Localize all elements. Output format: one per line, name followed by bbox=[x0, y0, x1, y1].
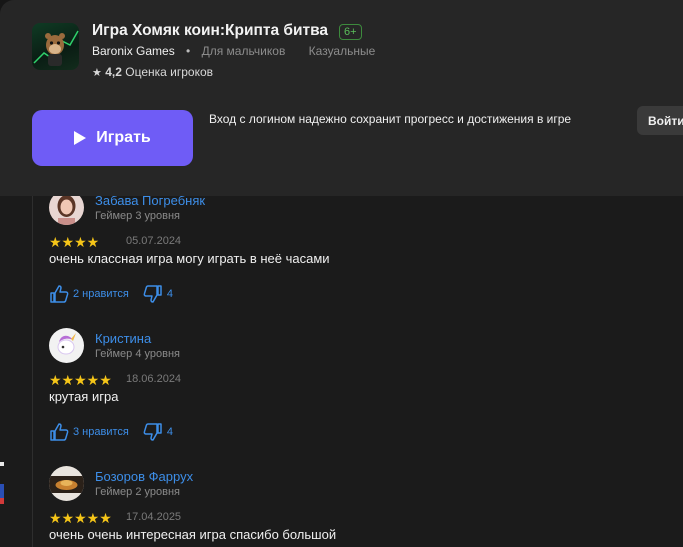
avatar[interactable] bbox=[49, 196, 84, 225]
review-date: 18.06.2024 bbox=[126, 373, 182, 385]
game-rating: ★ 4,2 Оценка игроков bbox=[92, 65, 213, 79]
thumbs-up-icon[interactable] bbox=[49, 285, 69, 303]
reviewer-level: Геймер 2 уровня bbox=[95, 486, 180, 498]
game-meta: Baronix Games • Для мальчиков Казуальные bbox=[92, 44, 395, 58]
login-button[interactable]: Войти bbox=[637, 106, 683, 135]
review-text: очень очень интересная игра спасибо боль… bbox=[49, 527, 337, 542]
review-stars: ★★★★★ bbox=[49, 372, 112, 388]
avatar[interactable] bbox=[49, 466, 84, 501]
play-icon bbox=[74, 131, 87, 145]
tag-casual[interactable]: Казуальные bbox=[309, 44, 376, 58]
game-title: Игра Хомяк коин:Крипта битва bbox=[92, 22, 329, 39]
avatar[interactable] bbox=[49, 328, 84, 363]
review-date: 17.04.2025 bbox=[126, 511, 182, 523]
play-button-label: Играть bbox=[96, 129, 151, 146]
review-text: крутая игра bbox=[49, 389, 119, 404]
reviewer-name[interactable]: Забава Погребняк bbox=[95, 196, 205, 208]
reviewer-name[interactable]: Кристина bbox=[95, 331, 151, 346]
review-reactions: 2 нравится 4 bbox=[49, 285, 187, 303]
dislike-count: 4 bbox=[166, 426, 173, 438]
age-rating-badge: 6+ bbox=[339, 24, 362, 40]
thumbs-down-icon[interactable] bbox=[143, 423, 163, 441]
thumbs-up-icon[interactable] bbox=[49, 423, 69, 441]
review-stars: ★★★★★ bbox=[49, 510, 112, 526]
thumbs-down-icon[interactable] bbox=[143, 285, 163, 303]
game-icon[interactable] bbox=[32, 23, 79, 70]
reviewer-level: Геймер 4 уровня bbox=[95, 348, 180, 360]
review-reactions: 3 нравится 4 bbox=[49, 423, 187, 441]
reviewer-name[interactable]: Бозоров Фаррух bbox=[95, 469, 193, 484]
play-button[interactable]: Играть bbox=[32, 110, 193, 166]
reviewer-level: Геймер 3 уровня bbox=[95, 210, 180, 222]
review-text: очень классная игра могу играть в неё ча… bbox=[49, 251, 330, 266]
reviews-list: Забава Погребняк Геймер 3 уровня ★★★★ 05… bbox=[32, 196, 683, 547]
separator-dot: • bbox=[186, 44, 191, 58]
window-edge-decoration bbox=[0, 462, 4, 514]
developer-link[interactable]: Baronix Games bbox=[92, 44, 175, 58]
rating-label: Оценка игроков bbox=[125, 65, 214, 79]
tag-boys[interactable]: Для мальчиков bbox=[202, 44, 286, 58]
star-icon: ★ bbox=[92, 67, 102, 79]
game-page: Игра Хомяк коин:Крипта битва 6+ Baronix … bbox=[0, 0, 683, 547]
review-stars: ★★★★ bbox=[49, 234, 100, 250]
login-hint: Вход с логином надежно сохранит прогресс… bbox=[209, 112, 572, 126]
game-header: Игра Хомяк коин:Крипта битва 6+ Baronix … bbox=[0, 0, 683, 196]
like-count: 2 нравится bbox=[73, 288, 129, 300]
review-date: 05.07.2024 bbox=[126, 235, 182, 247]
hamster-icon bbox=[33, 30, 79, 66]
rating-value: 4,2 bbox=[105, 65, 122, 79]
like-count: 3 нравится bbox=[73, 426, 129, 438]
dislike-count: 4 bbox=[166, 288, 173, 300]
